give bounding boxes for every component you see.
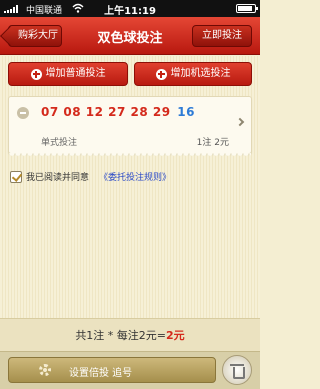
totals-bar: 共1注 * 每注2元=2元 xyxy=(0,318,260,351)
battery-icon xyxy=(236,4,258,13)
red-ball-numbers: 07 08 12 27 28 29 xyxy=(41,105,171,119)
totals-text: 共1注 * 每注2元= xyxy=(75,329,167,342)
add-random-bet-label: 增加机选投注 xyxy=(170,68,231,79)
clear-button[interactable] xyxy=(222,355,252,385)
nav-bar: 购彩大厅 双色球投注 立即投注 xyxy=(0,17,260,55)
set-multiple-button[interactable]: 设置倍投 追号 xyxy=(8,357,216,383)
footer-toolbar: 设置倍投 追号 xyxy=(0,351,260,389)
plus-icon xyxy=(155,68,167,80)
bet-type: 单式投注 xyxy=(41,138,78,148)
total-amount: 2元 xyxy=(166,329,185,342)
rules-link[interactable]: 《委托投注规则》 xyxy=(99,170,171,183)
clock: 上午11:19 xyxy=(104,6,156,17)
blue-ball-number: 16 xyxy=(177,105,195,119)
gear-icon xyxy=(39,364,51,376)
agreement-text: 我已阅读并同意 xyxy=(26,173,90,183)
bet-summary: 1注 2元 xyxy=(196,138,229,148)
ticket-numbers: 07 08 12 27 28 29 16 xyxy=(41,105,195,119)
status-bar: 中国联通 上午11:19 xyxy=(0,0,260,17)
agree-checkbox[interactable] xyxy=(10,170,22,183)
set-multiple-label: 设置倍投 追号 xyxy=(69,368,133,379)
agreement-row: 我已阅读并同意 《委托投注规则》 xyxy=(10,170,171,183)
add-normal-bet-button[interactable]: 增加普通投注 xyxy=(8,62,128,86)
add-normal-bet-label: 增加普通投注 xyxy=(45,68,106,79)
trash-icon xyxy=(230,364,245,379)
chevron-right-icon xyxy=(235,117,245,127)
bet-now-button[interactable]: 立即投注 xyxy=(192,25,252,47)
remove-bet-icon[interactable] xyxy=(17,107,29,119)
add-random-bet-button[interactable]: 增加机选投注 xyxy=(134,62,252,86)
plus-icon xyxy=(30,68,42,80)
bet-ticket[interactable]: 07 08 12 27 28 29 16 单式投注 1注 2元 xyxy=(8,96,252,157)
